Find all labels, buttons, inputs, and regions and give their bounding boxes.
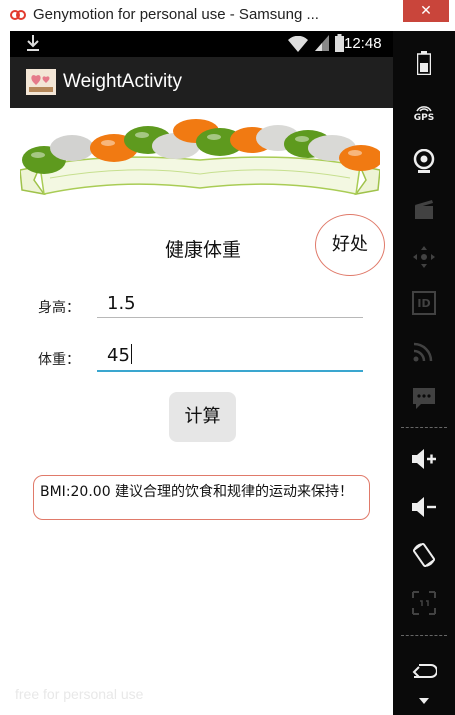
status-bar: 12:48 [10,31,393,57]
toolbar-separator [401,427,447,428]
dpad-icon [413,246,435,268]
menu-icon [419,698,429,704]
weight-input[interactable]: 45 [97,342,363,372]
close-window-button[interactable]: ✕ [403,0,449,22]
benefits-button[interactable]: 好处 [315,214,385,276]
page-heading: 健康体重 [165,239,242,261]
app-content: 健康体重 好处 身高： 1.5 体重： 45 计算 BMI:20.00 建议合理… [10,108,393,715]
bmi-result-text: BMI:20.00 建议合理的饮食和规律的运动来保持！ [33,475,370,520]
action-bar-title: WeightActivity [63,71,182,92]
toolbar-separator [401,635,447,636]
volume-up-button[interactable] [393,439,455,479]
download-icon [27,35,39,51]
video-icon [415,200,433,219]
id-icon: ID [412,291,436,315]
action-bar: WeightActivity [10,57,393,108]
rotate-button[interactable] [393,535,455,575]
window-border [0,31,10,715]
gps-icon [416,106,432,112]
gps-label: GPS [413,113,435,123]
menu-button[interactable] [393,691,455,711]
status-clock: 12:48 [344,35,382,52]
balloon-banner-image [20,119,380,196]
phone-widget-button[interactable] [393,379,455,419]
volume-down-icon [412,497,436,517]
height-label: 身高： [38,300,80,316]
device-id-widget-button[interactable]: ID [393,283,455,323]
camera-icon [413,149,435,173]
rotate-icon [412,542,436,568]
volume-down-button[interactable] [393,487,455,527]
window-title-bar: Genymotion for personal use - Samsung ..… [0,0,455,32]
weight-label: 体重： [38,352,80,368]
text-cursor [130,344,132,364]
pixel-perfect-button[interactable] [393,583,455,623]
id-label: ID [417,296,431,310]
app-logo-icon [26,69,56,95]
signal-icon [315,35,329,51]
battery-icon [335,34,344,52]
rss-icon [413,342,433,362]
gps-widget-button[interactable]: GPS [393,93,455,133]
emulator-toolbar: GPS ID [393,31,455,715]
dpad-widget-button[interactable] [393,237,455,277]
back-button[interactable] [393,651,455,691]
battery-widget-button[interactable] [393,43,455,83]
camera-widget-button[interactable] [393,141,455,181]
height-input[interactable]: 1.5 [97,290,363,318]
calculate-button[interactable]: 计算 [169,392,236,442]
wifi-icon [288,36,308,52]
watermark: free for personal use [15,686,144,702]
scale-icon [412,591,436,615]
battery-icon [417,51,431,75]
sms-icon [413,388,435,409]
height-value: 1.5 [107,293,136,314]
back-icon [412,664,437,678]
screencast-widget-button[interactable] [393,189,455,229]
genymotion-logo-icon [10,10,26,20]
window-title: Genymotion for personal use - Samsung ..… [33,6,319,23]
network-widget-button[interactable] [393,331,455,371]
volume-up-icon [412,449,436,469]
weight-value: 45 [107,345,130,366]
